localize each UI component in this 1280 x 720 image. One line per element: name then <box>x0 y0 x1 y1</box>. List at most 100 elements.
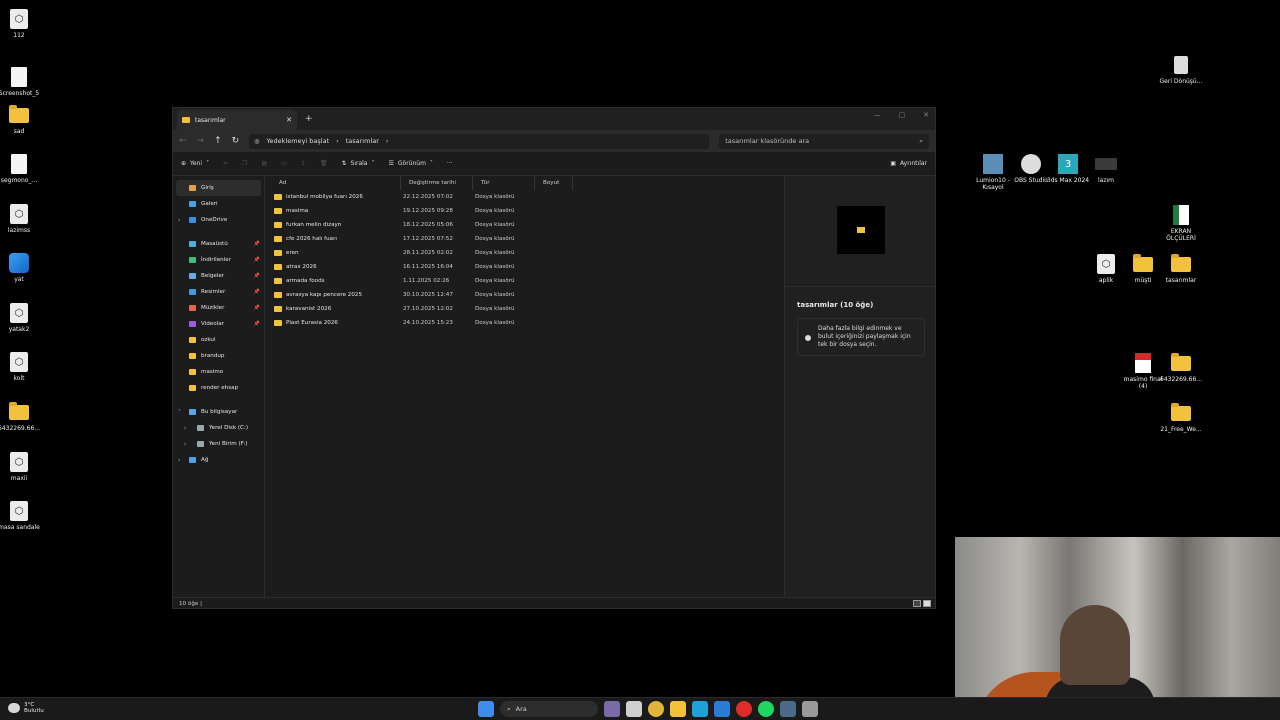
up-button[interactable]: ↑ <box>214 136 222 146</box>
sidebar-item[interactable]: Videolar 📌 <box>173 316 264 332</box>
new-tab-button[interactable]: + <box>305 114 313 124</box>
sidebar-item[interactable]: render ehsap <box>173 380 264 396</box>
close-tab-icon[interactable]: ✕ <box>286 116 292 124</box>
desktop-icon[interactable]: ⬡ masa sandale <box>0 500 42 531</box>
details-view-icon[interactable] <box>913 600 921 607</box>
steam-icon[interactable] <box>780 701 796 717</box>
start-icon[interactable] <box>478 701 494 717</box>
details-button[interactable]: ▣ Ayrıntılar <box>890 160 927 167</box>
minimize-button[interactable]: — <box>874 111 881 119</box>
chrome-icon[interactable] <box>648 701 664 717</box>
opera-icon[interactable] <box>736 701 752 717</box>
desktop-icon-tasarimlar[interactable]: tasarımlar <box>1158 253 1204 284</box>
desktop-icon-lazim[interactable]: lazım <box>1083 153 1129 184</box>
column-header-date[interactable]: Değiştirme tarihi <box>401 176 473 190</box>
desktop-icon[interactable]: Screenshot_5 <box>0 66 42 97</box>
view-button[interactable]: ☰ Görünüm ˅ <box>388 160 432 167</box>
column-header-name[interactable]: Ad <box>271 176 401 190</box>
sidebar-item[interactable]: Giriş <box>176 180 261 196</box>
forward-button[interactable]: → <box>197 136 205 146</box>
spotify-icon[interactable] <box>758 701 774 717</box>
sidebar-item[interactable]: brandup <box>173 348 264 364</box>
cut-icon[interactable]: ✂ <box>223 160 228 167</box>
sidebar-item[interactable]: İndirilenler 📌 <box>173 252 264 268</box>
desktop-icon[interactable]: yat <box>0 252 42 283</box>
settings-icon[interactable] <box>802 701 818 717</box>
sidebar-item[interactable]: Resimler 📌 <box>173 284 264 300</box>
more-options-button[interactable]: ··· <box>447 160 453 167</box>
sidebar-item[interactable]: ˅ Bu bilgisayar <box>173 404 264 420</box>
weather-widget[interactable]: 3°C Bulutlu <box>8 702 44 714</box>
table-row[interactable]: cfe 2026 halı fuarı 17.12.2025 07:52 Dosya… <box>271 232 784 246</box>
desktop-icon[interactable]: ⬡ yatak2 <box>0 302 42 333</box>
table-row[interactable]: eren 28.11.2025 02:02 Dosya klasörü <box>271 246 784 260</box>
table-row[interactable]: furkan melin dizayn 18.12.2025 05:06 Dosya… <box>271 218 784 232</box>
table-row[interactable]: armada foods 1.11.2025 02:26 Dosya klasörü <box>271 274 784 288</box>
address-bar[interactable]: ◎ Yedeklemeyi başlat › tasarımlar › <box>249 133 710 149</box>
task-view-icon[interactable] <box>626 701 642 717</box>
share-icon[interactable]: ⇪ <box>301 160 306 167</box>
desktop-icon[interactable]: ⬡ 112 <box>0 8 42 39</box>
table-row[interactable]: Plast Eurasia 2026 24.10.2025 15:23 Dosya … <box>271 316 784 330</box>
sidebar-item[interactable]: Müzikler 📌 <box>173 300 264 316</box>
desktop-icon[interactable]: ⬡ maxii <box>0 451 42 482</box>
desktop-icon-label: Geri Dönüşü... <box>1159 78 1203 85</box>
breadcrumb-item[interactable]: tasarımlar <box>346 137 379 145</box>
sidebar-item[interactable]: ozkul <box>173 332 264 348</box>
chevron-right-icon[interactable]: › <box>184 441 186 448</box>
file-explorer-icon[interactable] <box>670 701 686 717</box>
sidebar-item[interactable]: › OneDrive <box>173 212 264 228</box>
desktop-icon[interactable]: 6432269.66... <box>0 401 42 432</box>
paste-icon[interactable]: ▤ <box>261 160 267 167</box>
desktop-icon-label: 6432269.66... <box>1160 376 1202 383</box>
taskbar-search[interactable]: ⌕ Ara <box>500 701 598 717</box>
table-row[interactable]: istanbul mobilya fuarı 2026 22.12.2025 07… <box>271 190 784 204</box>
desktop-icon-free[interactable]: 21_Free_We... <box>1158 402 1204 433</box>
chevron-down-icon[interactable]: ˅ <box>178 409 181 416</box>
table-row[interactable]: karavanist 2026 27.10.2025 12:02 Dosya kla… <box>271 302 784 316</box>
desktop-icon-folder-zip[interactable]: 6432269.66... <box>1158 352 1204 383</box>
delete-icon[interactable]: 🗑 <box>320 160 328 167</box>
rename-icon[interactable]: ▭ <box>281 160 287 167</box>
sidebar-item[interactable]: Belgeler 📌 <box>173 268 264 284</box>
widget-icon[interactable] <box>604 701 620 717</box>
edge-icon[interactable] <box>692 701 708 717</box>
search-input[interactable]: tasarımlar klasöründe ara ⌕ <box>719 133 929 149</box>
close-window-button[interactable]: ✕ <box>923 111 929 119</box>
sidebar-item[interactable]: masimo <box>173 364 264 380</box>
table-row[interactable]: atrax 2026 16.11.2025 16:04 Dosya klasörü <box>271 260 784 274</box>
desktop-icon-excel[interactable]: EKRAN ÖLÇÜLERİ <box>1158 204 1204 242</box>
sidebar-item[interactable]: › Yeni Birim (F:) <box>173 436 264 452</box>
back-button[interactable]: ← <box>179 136 187 146</box>
copy-icon[interactable]: ❐ <box>242 160 247 167</box>
refresh-button[interactable]: ↻ <box>232 136 240 146</box>
folder-icon <box>1170 253 1192 275</box>
column-header-type[interactable]: Tür <box>473 176 535 190</box>
tab-tasarimlar[interactable]: tasarımlar ✕ <box>177 110 297 130</box>
chevron-right-icon[interactable]: › <box>184 425 186 432</box>
breadcrumb-item[interactable]: Yedeklemeyi başlat <box>266 137 329 145</box>
folder-icon <box>274 222 282 228</box>
chevron-right-icon[interactable]: › <box>178 457 180 464</box>
outlook-icon[interactable] <box>714 701 730 717</box>
sort-button[interactable]: ⇅ Sırala ˅ <box>341 160 374 167</box>
sidebar-item[interactable]: › Ağ <box>173 452 264 468</box>
sidebar-item[interactable]: Galeri <box>173 196 264 212</box>
new-button[interactable]: ⊕ Yeni ˅ <box>181 160 209 167</box>
sidebar-item-icon <box>189 337 196 343</box>
desktop-icon-recycle-bin[interactable]: Geri Dönüşü... <box>1158 54 1204 85</box>
desktop-icon[interactable]: sad <box>0 104 42 135</box>
sidebar-item[interactable]: › Yerel Disk (C:) <box>173 420 264 436</box>
folder-icon <box>274 194 282 200</box>
sidebar-item[interactable]: Masaüstü 📌 <box>173 236 264 252</box>
column-header-size[interactable]: Boyut <box>535 176 573 190</box>
chevron-right-icon[interactable]: › <box>178 217 180 224</box>
tiles-view-icon[interactable] <box>923 600 931 607</box>
desktop-icon[interactable]: segmono_... <box>0 153 42 184</box>
desktop-icon[interactable]: ⬡ lazimss <box>0 203 42 234</box>
maximize-button[interactable]: ▢ <box>899 111 906 119</box>
file-type: Dosya klasörü <box>475 292 515 298</box>
desktop-icon[interactable]: ⬡ kolt <box>0 351 42 382</box>
table-row[interactable]: masima 19.12.2025 09:28 Dosya klasörü <box>271 204 784 218</box>
table-row[interactable]: avrasya kapı pencere 2025 30.10.2025 12:4… <box>271 288 784 302</box>
